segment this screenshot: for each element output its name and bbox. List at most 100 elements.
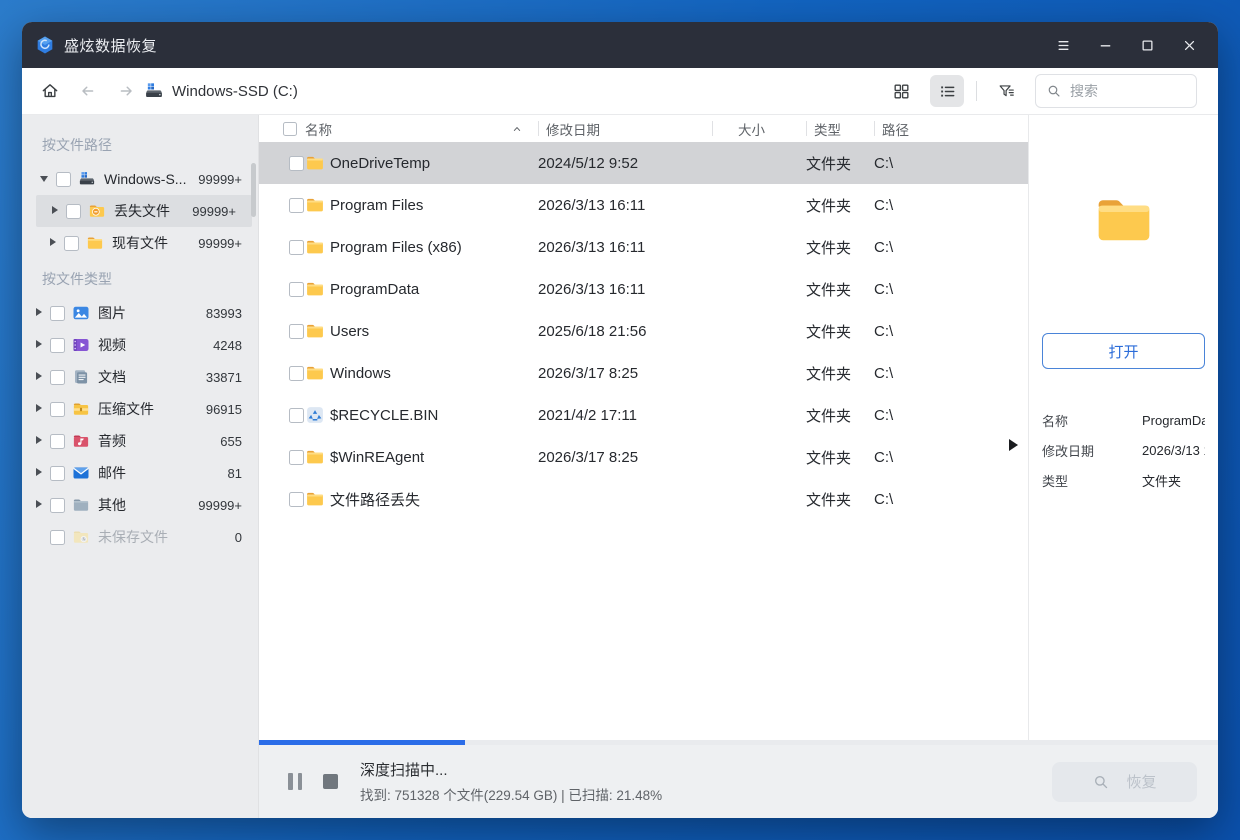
- column-type[interactable]: 类型: [806, 115, 874, 142]
- checkbox[interactable]: [50, 401, 65, 417]
- sidebar-item-other[interactable]: 其他 99999+: [22, 489, 258, 521]
- checkbox[interactable]: [50, 529, 65, 545]
- checkbox[interactable]: [50, 497, 65, 513]
- item-count: 96915: [205, 401, 242, 417]
- sort-ascending-icon[interactable]: [510, 122, 524, 136]
- maximize-icon: [1142, 40, 1152, 50]
- sidebar-scrollbar[interactable]: [251, 163, 256, 217]
- preview-panel: 打开 名称 ProgramData 修改日期 2026/3/13 1... 类型: [1028, 115, 1218, 740]
- close-icon: [1184, 40, 1194, 50]
- item-count: 99999+: [198, 497, 242, 513]
- close-button[interactable]: [1168, 22, 1210, 68]
- checkbox[interactable]: [50, 465, 65, 481]
- sidebar-item-audio[interactable]: 音频 655: [22, 425, 258, 457]
- sidebar-item-lost-files[interactable]: 丢失文件 99999+: [36, 195, 252, 227]
- sidebar-item-videos[interactable]: 视频 4248: [22, 329, 258, 361]
- row-checkbox[interactable]: [289, 407, 304, 423]
- expand-arrow-icon[interactable]: [34, 468, 44, 478]
- recover-button-label: 恢复: [1126, 774, 1157, 791]
- row-checkbox[interactable]: [289, 491, 304, 507]
- collapse-arrow-icon[interactable]: [40, 174, 50, 184]
- detail-row: 名称 ProgramData: [1042, 405, 1205, 435]
- checkbox[interactable]: [64, 235, 79, 251]
- expand-arrow-icon[interactable]: [48, 238, 58, 248]
- item-label: 丢失文件: [114, 203, 170, 219]
- expand-arrow-icon[interactable]: [34, 436, 44, 446]
- folder-icon: [86, 234, 104, 252]
- stop-button[interactable]: [323, 774, 338, 789]
- pause-button[interactable]: [288, 773, 302, 790]
- file-row[interactable]: Windows 2026/3/17 8:25 文件夹 C:\: [259, 352, 1028, 394]
- folder-icon: [305, 489, 325, 509]
- back-button[interactable]: [78, 81, 98, 101]
- recover-button[interactable]: 恢复: [1052, 761, 1197, 802]
- row-checkbox[interactable]: [289, 197, 304, 213]
- row-checkbox[interactable]: [289, 281, 304, 297]
- file-row[interactable]: $WinREAgent 2026/3/17 8:25 文件夹 C:\: [259, 436, 1028, 478]
- sidebar-item-mail[interactable]: 邮件 81: [22, 457, 258, 489]
- maximize-button[interactable]: [1126, 22, 1168, 68]
- expand-arrow-icon[interactable]: [34, 404, 44, 414]
- checkbox[interactable]: [66, 203, 81, 219]
- app-window: 盛炫数据恢复 Windows-SSD (C:) 搜索 按文件路径 Windows…: [22, 22, 1218, 818]
- row-checkbox[interactable]: [289, 155, 304, 171]
- section-by-type: 按文件类型: [42, 271, 112, 287]
- filter-button[interactable]: [989, 75, 1023, 107]
- expand-arrow-icon[interactable]: [34, 500, 44, 510]
- file-row[interactable]: OneDriveTemp 2024/5/12 9:52 文件夹 C:\: [259, 142, 1028, 184]
- row-checkbox[interactable]: [289, 239, 304, 255]
- sidebar-item-documents[interactable]: 文档 33871: [22, 361, 258, 393]
- checkbox[interactable]: [50, 337, 65, 353]
- file-row[interactable]: Users 2025/6/18 21:56 文件夹 C:\: [259, 310, 1028, 352]
- minimize-button[interactable]: [1084, 22, 1126, 68]
- file-row[interactable]: Program Files (x86) 2026/3/13 16:11 文件夹 …: [259, 226, 1028, 268]
- expand-arrow-icon[interactable]: [50, 206, 60, 216]
- search-input[interactable]: [1070, 83, 1186, 99]
- sidebar-item-archives[interactable]: 压缩文件 96915: [22, 393, 258, 425]
- row-checkbox[interactable]: [289, 365, 304, 381]
- file-row[interactable]: $RECYCLE.BIN 2021/4/2 17:11 文件夹 C:\: [259, 394, 1028, 436]
- toolbar-divider: [976, 81, 977, 101]
- home-button[interactable]: [40, 81, 60, 101]
- folder-icon: [305, 279, 325, 299]
- list-header[interactable]: 名称 修改日期 大小 类型 路径: [259, 115, 1028, 142]
- checkbox[interactable]: [50, 433, 65, 449]
- checkbox[interactable]: [50, 369, 65, 385]
- folder-icon: [305, 363, 325, 383]
- file-row[interactable]: ProgramData 2026/3/13 16:11 文件夹 C:\: [259, 268, 1028, 310]
- column-size[interactable]: 大小: [712, 115, 806, 142]
- list-view-button[interactable]: [930, 75, 964, 107]
- breadcrumb[interactable]: Windows-SSD (C:): [144, 81, 298, 101]
- sidebar-item-existing-files[interactable]: 现有文件 99999+: [22, 227, 258, 259]
- sidebar-item-images[interactable]: 图片 83993: [22, 297, 258, 329]
- panel-collapse-arrow[interactable]: [1009, 439, 1018, 451]
- item-count: 99999+: [192, 203, 236, 219]
- item-count: 99999+: [198, 235, 242, 251]
- menu-button[interactable]: [1042, 22, 1084, 68]
- checkbox[interactable]: [56, 171, 71, 187]
- file-row[interactable]: 文件路径丢失 文件夹 C:\: [259, 478, 1028, 520]
- search-box[interactable]: [1035, 74, 1197, 108]
- row-checkbox[interactable]: [289, 323, 304, 339]
- item-label: 视频: [98, 337, 126, 353]
- expand-arrow-icon[interactable]: [34, 308, 44, 318]
- row-checkbox[interactable]: [289, 449, 304, 465]
- select-all-checkbox[interactable]: [283, 121, 297, 136]
- open-button[interactable]: 打开: [1042, 333, 1205, 369]
- audio-type-icon: [72, 432, 90, 450]
- item-label: 其他: [98, 497, 126, 513]
- preview-folder-icon: [1086, 188, 1162, 252]
- column-path[interactable]: 路径: [874, 115, 1028, 142]
- grid-view-button[interactable]: [884, 75, 918, 107]
- expand-arrow-icon[interactable]: [34, 340, 44, 350]
- sidebar-item-windows-ssd[interactable]: Windows-S... 99999+: [22, 163, 258, 195]
- list-view-icon: [938, 82, 957, 101]
- forward-button[interactable]: [116, 81, 136, 101]
- search-icon: [1092, 773, 1110, 791]
- item-label: 现有文件: [112, 235, 168, 251]
- column-name[interactable]: 名称: [305, 119, 332, 139]
- expand-arrow-icon[interactable]: [34, 372, 44, 382]
- column-date[interactable]: 修改日期: [538, 115, 712, 142]
- file-row[interactable]: Program Files 2026/3/13 16:11 文件夹 C:\: [259, 184, 1028, 226]
- checkbox[interactable]: [50, 305, 65, 321]
